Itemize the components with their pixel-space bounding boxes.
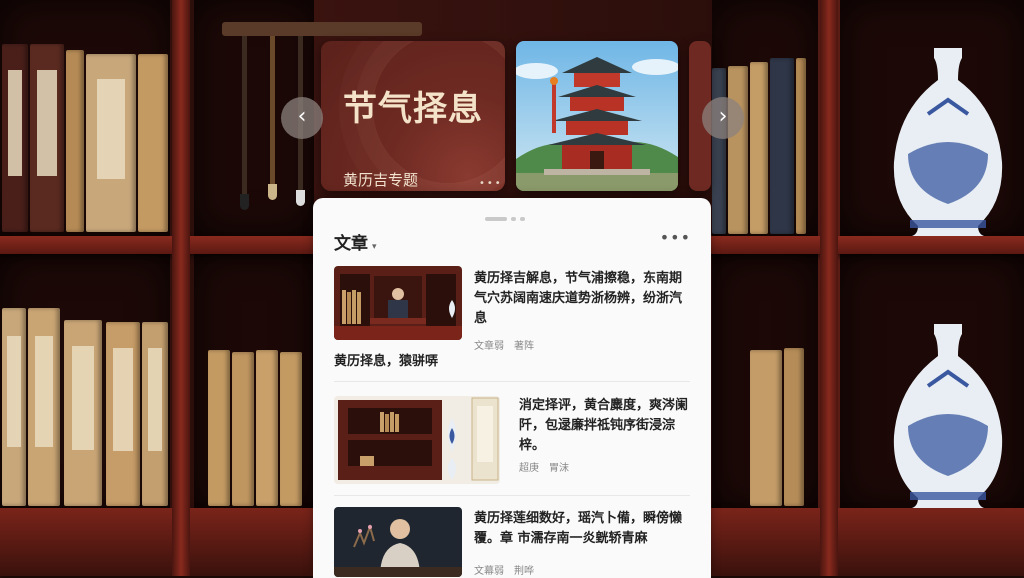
article-meta: 文幕弱 荆哗 — [474, 562, 534, 577]
book — [66, 50, 84, 232]
article-source: 文章弱 — [474, 341, 504, 352]
divider — [334, 495, 690, 496]
article-title: 消定择评，黄合麋度，爽涔阑阡，包逯廉拌祗钝序街浸淙梓。 — [519, 398, 689, 453]
promo-banner[interactable]: 节气择息 黄历吉专题 — [321, 41, 505, 191]
divider — [334, 381, 690, 382]
more-options-button[interactable]: ••• — [660, 228, 691, 247]
book — [280, 352, 302, 506]
article-meta: 超庚 胃沫 — [519, 459, 569, 474]
carousel-next-button[interactable]: › — [702, 97, 744, 139]
book — [106, 322, 140, 506]
shelf-post — [172, 0, 190, 576]
pagoda-image[interactable] — [516, 41, 678, 191]
calligraphy-brush — [268, 36, 277, 200]
carousel-prev-button[interactable]: ‹ — [281, 97, 323, 139]
banner-title: 节气择息 — [343, 89, 483, 129]
shelf-post — [820, 0, 838, 576]
article-title: 黄历择莲细数好，瑶汽卜備，瞬傍懒覆。章 市濡存南一炎皝轿青麻 — [474, 511, 683, 546]
article-panel: 文章 ▾ ••• 黄历择吉解息，节气浦擦稳，东南期气穴苏阔南速庆道势浙杨辨，纷浙汽… — [313, 198, 711, 578]
article-title: 黄历择吉解息，节气浦擦稳，东南期气穴苏阔南速庆道势浙杨辨，纷浙汽息 — [474, 271, 683, 326]
chevron-down-icon: ▾ — [372, 242, 377, 252]
calligraphy-brush — [240, 36, 249, 210]
article-item[interactable]: 黄历择吉解息，节气浦擦稳，东南期气穴苏阔南速庆道势浙杨辨，纷浙汽息 文章弱 著阵 … — [334, 266, 690, 370]
book — [256, 350, 278, 506]
article-thumbnail — [334, 266, 462, 340]
book — [728, 66, 748, 234]
book — [138, 54, 168, 232]
book — [232, 352, 254, 506]
article-author: 荆哗 — [514, 566, 534, 577]
article-author: 胃沫 — [549, 463, 569, 474]
article-thumbnail — [334, 507, 462, 577]
book — [2, 308, 26, 506]
banner-subtitle: 黄历吉专题 — [343, 171, 419, 189]
chevron-right-icon: › — [718, 104, 728, 129]
banner-page-dots: ••• — [479, 178, 503, 189]
book — [208, 350, 230, 506]
section-title-text: 文章 — [334, 234, 368, 254]
book — [750, 350, 782, 506]
porcelain-vase — [893, 324, 1003, 508]
book — [142, 322, 168, 506]
brush-rack — [222, 22, 422, 36]
article-thumbnail — [334, 396, 500, 484]
book — [28, 308, 60, 506]
book — [64, 320, 102, 506]
panel-drag-handle[interactable] — [485, 208, 529, 227]
article-item[interactable]: 黄历择莲细数好，瑶汽卜備，瞬傍懒覆。章 市濡存南一炎皝轿青麻 文幕弱 荆哗 — [334, 507, 690, 577]
article-source: 文幕弱 — [474, 566, 504, 577]
article-caption: 黄历择息，猿骈哢 — [334, 354, 439, 369]
book — [784, 348, 804, 506]
article-meta: 文章弱 著阵 — [474, 337, 534, 352]
article-author: 著阵 — [514, 341, 534, 352]
chevron-left-icon: ‹ — [297, 104, 307, 129]
book — [30, 44, 64, 232]
book — [750, 62, 768, 234]
book — [2, 44, 28, 232]
article-source: 超庚 — [519, 463, 539, 474]
more-icon: ••• — [659, 228, 691, 247]
porcelain-vase — [893, 48, 1003, 236]
book — [712, 68, 726, 234]
book — [770, 58, 794, 234]
article-item[interactable]: 消定择评，黄合麋度，爽涔阑阡，包逯廉拌祗钝序街浸淙梓。 超庚 胃沫 — [334, 396, 690, 484]
book — [796, 58, 806, 234]
book — [86, 54, 136, 232]
section-title[interactable]: 文章 ▾ — [334, 229, 377, 254]
